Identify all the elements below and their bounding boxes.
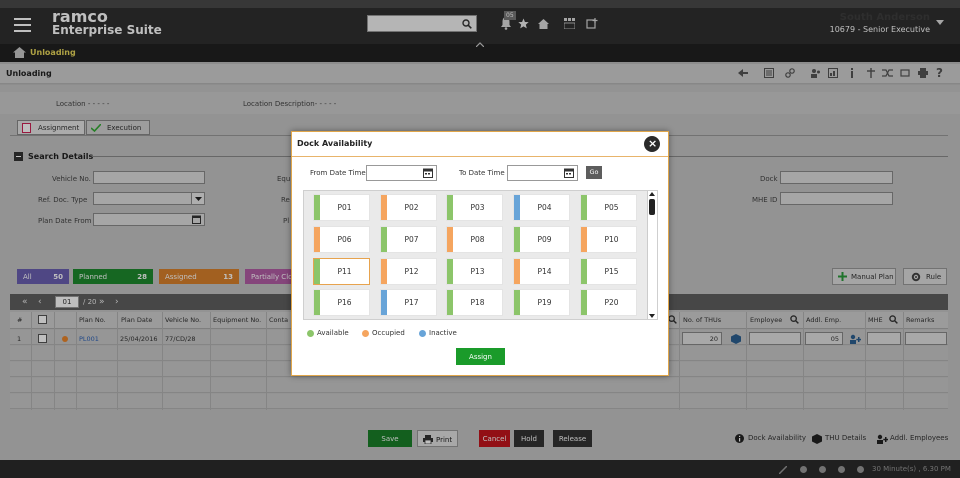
dock-name: P06 — [337, 235, 352, 244]
scrollbar-thumb[interactable] — [649, 199, 655, 215]
dock-tile-p13[interactable]: P13 — [446, 258, 503, 285]
dock-tile-p06[interactable]: P06 — [313, 226, 370, 253]
dock-tile-p19[interactable]: P19 — [513, 289, 570, 316]
legend-occupied-dot — [362, 330, 369, 337]
dock-tile-p04[interactable]: P04 — [513, 194, 570, 221]
dock-name: P12 — [404, 267, 419, 276]
scroll-down-icon[interactable] — [649, 314, 655, 318]
dock-name: P10 — [604, 235, 619, 244]
dock-name: P14 — [537, 267, 552, 276]
scroll-up-icon[interactable] — [649, 192, 655, 196]
dock-tile-p02[interactable]: P02 — [380, 194, 437, 221]
legend-inactive-label: Inactive — [429, 329, 457, 337]
dock-name: P03 — [470, 203, 485, 212]
dialog-title: Dock Availability — [297, 139, 373, 148]
dock-name: P09 — [537, 235, 552, 244]
dock-name: P19 — [537, 298, 552, 307]
dock-tile-p16[interactable]: P16 — [313, 289, 370, 316]
dock-name: P18 — [470, 298, 485, 307]
go-button[interactable]: Go — [586, 166, 602, 179]
dock-tile-p03[interactable]: P03 — [446, 194, 503, 221]
legend-occupied-label: Occupied — [372, 329, 405, 337]
dock-name: P15 — [604, 267, 619, 276]
dock-tile-p20[interactable]: P20 — [580, 289, 637, 316]
dock-tile-p10[interactable]: P10 — [580, 226, 637, 253]
from-date-time-label: From Date Time — [310, 169, 366, 177]
dock-tile-p11[interactable]: P11 — [313, 258, 370, 285]
dock-tile-p18[interactable]: P18 — [446, 289, 503, 316]
dock-name: P11 — [337, 267, 352, 276]
dock-tile-p07[interactable]: P07 — [380, 226, 437, 253]
dock-name: P17 — [404, 298, 419, 307]
dock-name: P20 — [604, 298, 619, 307]
calendar-icon[interactable] — [564, 168, 574, 178]
dock-tile-p08[interactable]: P08 — [446, 226, 503, 253]
dock-name: P08 — [470, 235, 485, 244]
dock-tile-p17[interactable]: P17 — [380, 289, 437, 316]
to-date-time-input[interactable] — [507, 165, 578, 181]
dock-tile-p05[interactable]: P05 — [580, 194, 637, 221]
dock-tile-p01[interactable]: P01 — [313, 194, 370, 221]
dock-name: P04 — [537, 203, 552, 212]
legend-available-dot — [307, 330, 314, 337]
close-icon[interactable]: × — [644, 136, 660, 152]
legend-inactive-dot — [419, 330, 426, 337]
dock-name: P07 — [404, 235, 419, 244]
legend-available-label: Available — [317, 329, 349, 337]
from-date-time-input[interactable] — [366, 165, 437, 181]
dock-name: P16 — [337, 298, 352, 307]
to-date-time-label: To Date Time — [459, 169, 505, 177]
dialog-title-divider — [292, 156, 668, 157]
dock-tile-p14[interactable]: P14 — [513, 258, 570, 285]
dock-name: P02 — [404, 203, 419, 212]
dock-name: P01 — [337, 203, 352, 212]
calendar-icon[interactable] — [423, 168, 433, 178]
dock-name: P13 — [470, 267, 485, 276]
assign-button[interactable]: Assign — [456, 348, 505, 365]
dock-name: P05 — [604, 203, 619, 212]
dock-tile-p12[interactable]: P12 — [380, 258, 437, 285]
dock-tile-p09[interactable]: P09 — [513, 226, 570, 253]
dock-tile-p15[interactable]: P15 — [580, 258, 637, 285]
